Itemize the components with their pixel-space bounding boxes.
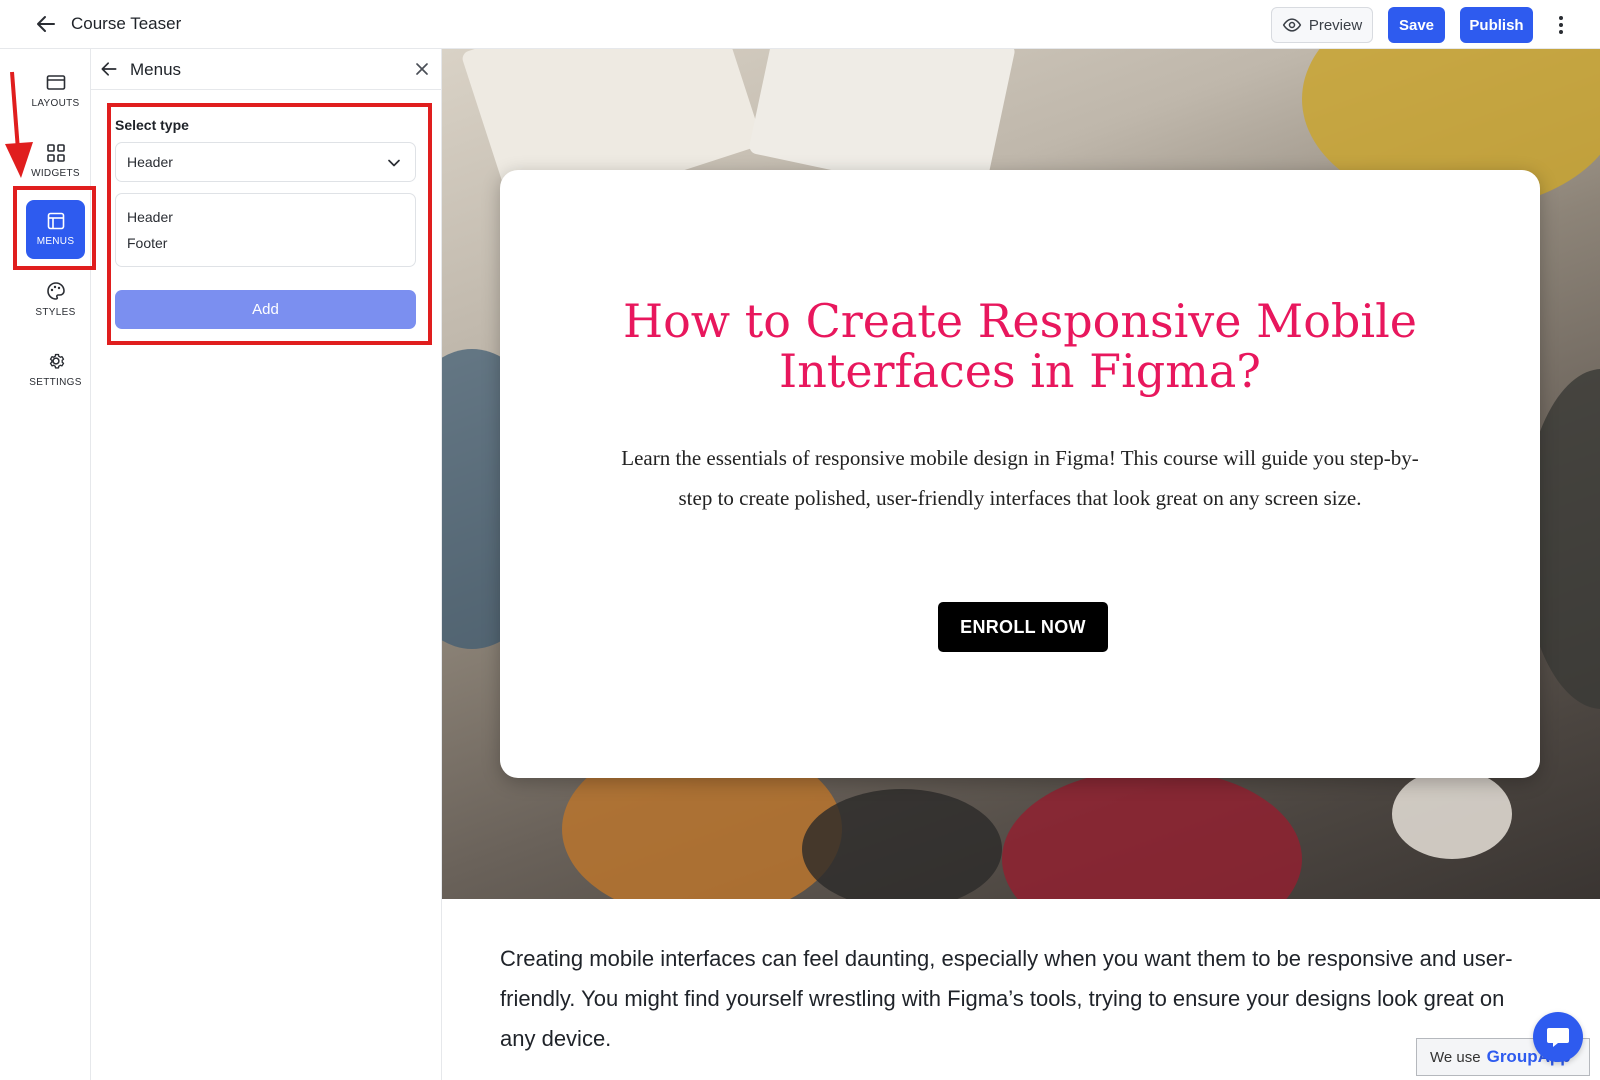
annotation-arrow xyxy=(5,71,33,178)
back-arrow-icon[interactable] xyxy=(34,12,58,36)
panel-divider xyxy=(91,89,442,90)
eye-icon xyxy=(1282,18,1302,32)
palette-icon xyxy=(46,281,65,300)
rail-item-styles[interactable]: STYLES xyxy=(20,267,91,331)
body-paragraph: Creating mobile interfaces can feel daun… xyxy=(500,946,1513,1051)
hero-description: Learn the essentials of responsive mobil… xyxy=(621,446,1419,510)
hero-title: How to Create Responsive Mobile Interfac… xyxy=(622,294,1418,398)
rail-label: SETTINGS xyxy=(29,376,82,388)
badge-prefix: We use xyxy=(1430,1048,1481,1066)
publish-button[interactable]: Publish xyxy=(1460,7,1533,43)
annotation-box-menus xyxy=(13,186,96,270)
enroll-now-button[interactable]: ENROLL NOW xyxy=(938,602,1108,652)
layout-icon xyxy=(46,74,65,90)
annotation-box-select-type xyxy=(107,103,432,345)
hero-background-image: How to Create Responsive Mobile Interfac… xyxy=(442,49,1600,899)
close-icon[interactable] xyxy=(413,60,431,78)
page-title: Course Teaser xyxy=(71,14,182,33)
top-bar: Course Teaser Preview Save Publish xyxy=(0,0,1600,49)
chat-bubble-icon xyxy=(1547,1028,1569,1047)
chat-button[interactable] xyxy=(1533,1012,1583,1062)
more-options-icon[interactable] xyxy=(1551,11,1571,39)
save-button[interactable]: Save xyxy=(1388,7,1445,43)
panel-title: Menus xyxy=(130,60,182,79)
rail-item-settings[interactable]: SETTINGS xyxy=(20,337,91,401)
page-canvas: How to Create Responsive Mobile Interfac… xyxy=(442,49,1600,1080)
rail-label: STYLES xyxy=(35,306,76,318)
gear-icon xyxy=(49,353,64,369)
preview-label: Preview xyxy=(1308,16,1363,34)
panel-back-icon[interactable] xyxy=(99,59,119,79)
preview-button[interactable]: Preview xyxy=(1271,7,1373,43)
grid-icon xyxy=(46,143,65,162)
hero-card: How to Create Responsive Mobile Interfac… xyxy=(500,170,1540,778)
